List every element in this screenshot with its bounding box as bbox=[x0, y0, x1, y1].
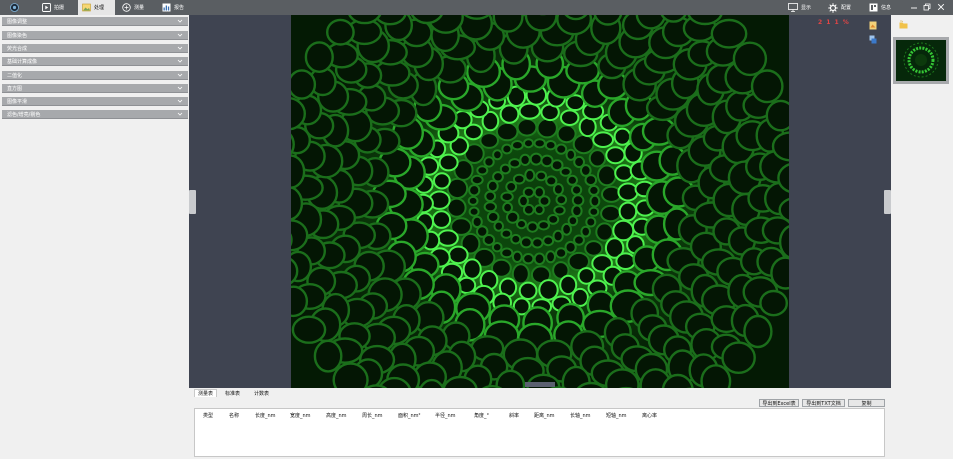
logo-button[interactable] bbox=[6, 0, 26, 15]
minimize-button[interactable] bbox=[910, 3, 918, 11]
right-panel-toggle[interactable] bbox=[884, 190, 891, 214]
nav-measure[interactable]: 测量 bbox=[118, 0, 148, 15]
nav-measure-label: 测量 bbox=[134, 5, 145, 11]
top-toolbar: 拍摄 处理 测量 报告 显示 配置 信息 bbox=[0, 0, 953, 15]
snapshot-icon[interactable] bbox=[869, 21, 877, 30]
info-button[interactable]: 信息 bbox=[869, 0, 891, 15]
accordion-histogram[interactable]: 直方图 bbox=[2, 84, 188, 93]
tab-measure[interactable]: 测量表 bbox=[194, 389, 218, 397]
nav-process-label: 处理 bbox=[94, 5, 105, 11]
close-button[interactable] bbox=[937, 3, 945, 11]
accordion-label: 二值化 bbox=[7, 72, 23, 79]
image-thumbnail[interactable] bbox=[893, 37, 949, 84]
folder-icon[interactable] bbox=[899, 20, 908, 29]
gear-icon bbox=[828, 2, 838, 13]
bottom-panel-toggle[interactable] bbox=[525, 382, 555, 387]
column-header: 半径_nm bbox=[435, 413, 456, 419]
column-header: 名称 bbox=[229, 413, 240, 419]
column-header: 宽度_nm bbox=[290, 413, 311, 419]
column-header: 离心率 bbox=[642, 413, 658, 419]
minimize-icon bbox=[911, 7, 917, 9]
accordion-fluorescence-merge[interactable]: 荧光合成 bbox=[2, 44, 188, 53]
column-header: 周长_nm bbox=[362, 413, 383, 419]
column-header: 角度_° bbox=[474, 413, 490, 419]
report-icon bbox=[162, 3, 171, 12]
export-excel-button[interactable]: 导出到Excel表 bbox=[759, 399, 799, 407]
nav-report[interactable]: 报告 bbox=[158, 0, 188, 15]
nav-process[interactable]: 处理 bbox=[78, 0, 115, 15]
column-header: 类型 bbox=[203, 413, 214, 419]
accordion-label: 图像染色 bbox=[7, 32, 28, 39]
chevron-down-icon bbox=[177, 19, 183, 23]
nav-capture-label: 拍摄 bbox=[54, 5, 65, 11]
app-window: 拍摄 处理 测量 报告 显示 配置 信息 图像调整 图像染色 荧光合成 基础计算… bbox=[0, 0, 953, 459]
accordion-computational-imaging[interactable]: 基础计算成像 bbox=[2, 57, 188, 66]
accordion-label: 滤色/增亮/剔色 bbox=[7, 111, 41, 118]
accordion-image-adjust[interactable]: 图像调整 bbox=[2, 17, 188, 26]
close-icon bbox=[937, 3, 945, 11]
info-label: 信息 bbox=[881, 5, 892, 11]
chevron-down-icon bbox=[177, 73, 183, 77]
logo-icon bbox=[10, 3, 19, 12]
display-button[interactable]: 显示 bbox=[788, 0, 811, 15]
config-button[interactable]: 配置 bbox=[828, 0, 851, 15]
thumbnail-panel bbox=[891, 15, 953, 459]
column-header: 斜率 bbox=[509, 413, 520, 419]
image-viewer[interactable]: 2 1 1 % bbox=[189, 15, 891, 388]
display-label: 显示 bbox=[801, 5, 812, 11]
compare-icon[interactable] bbox=[869, 35, 877, 44]
chevron-down-icon bbox=[177, 59, 183, 63]
accordion-binarize[interactable]: 二值化 bbox=[2, 71, 188, 80]
stamp-text: 2 1 1 % bbox=[818, 19, 850, 26]
image-icon bbox=[82, 3, 91, 12]
measurement-panel: 测量表 标准表 计数表 导出到Excel表 导出到TXT文档 复制 类型 名称 … bbox=[189, 388, 891, 459]
info-icon bbox=[869, 3, 878, 12]
chevron-down-icon bbox=[177, 112, 183, 116]
chevron-down-icon bbox=[177, 46, 183, 50]
column-header: 长度_nm bbox=[255, 413, 276, 419]
column-header: 短轴_nm bbox=[606, 413, 627, 419]
accordion-label: 图像调整 bbox=[7, 18, 28, 25]
processing-panel: 图像调整 图像染色 荧光合成 基础计算成像 二值化 直方图 图像平滑 滤色/增亮… bbox=[0, 15, 189, 459]
accordion-label: 荧光合成 bbox=[7, 45, 28, 52]
left-panel-toggle[interactable] bbox=[189, 190, 196, 214]
accordion-label: 基础计算成像 bbox=[7, 58, 38, 65]
column-header: 长轴_nm bbox=[570, 413, 591, 419]
chevron-down-icon bbox=[177, 33, 183, 37]
measurement-table[interactable]: 类型 名称 长度_nm 宽度_nm 高度_nm 周长_nm 面积_nm² 半径_… bbox=[194, 408, 885, 457]
chevron-down-icon bbox=[177, 99, 183, 103]
nav-report-label: 报告 bbox=[174, 5, 185, 11]
accordion-color-filter[interactable]: 滤色/增亮/剔色 bbox=[2, 110, 188, 119]
accordion-image-smooth[interactable]: 图像平滑 bbox=[2, 97, 188, 106]
thumbnail-preview bbox=[896, 40, 946, 81]
microscope-image[interactable] bbox=[291, 15, 789, 388]
column-header: 高度_nm bbox=[326, 413, 347, 419]
config-label: 配置 bbox=[841, 5, 852, 11]
fluorescence-micrograph bbox=[291, 15, 789, 388]
accordion-image-stain[interactable]: 图像染色 bbox=[2, 31, 188, 40]
tab-count[interactable]: 计数表 bbox=[251, 389, 272, 397]
export-txt-button[interactable]: 导出到TXT文档 bbox=[802, 399, 845, 407]
tab-standard[interactable]: 标准表 bbox=[222, 389, 243, 397]
column-header: 距离_nm bbox=[534, 413, 555, 419]
monitor-icon bbox=[788, 3, 798, 12]
restore-icon bbox=[923, 3, 931, 11]
camera-icon bbox=[42, 3, 51, 12]
restore-button[interactable] bbox=[923, 3, 931, 11]
ruler-icon bbox=[122, 3, 131, 12]
column-header: 面积_nm² bbox=[398, 413, 421, 419]
accordion-label: 图像平滑 bbox=[7, 98, 28, 105]
chevron-down-icon bbox=[177, 86, 183, 90]
copy-button[interactable]: 复制 bbox=[848, 399, 885, 407]
accordion-label: 直方图 bbox=[7, 85, 23, 92]
nav-capture[interactable]: 拍摄 bbox=[38, 0, 68, 15]
